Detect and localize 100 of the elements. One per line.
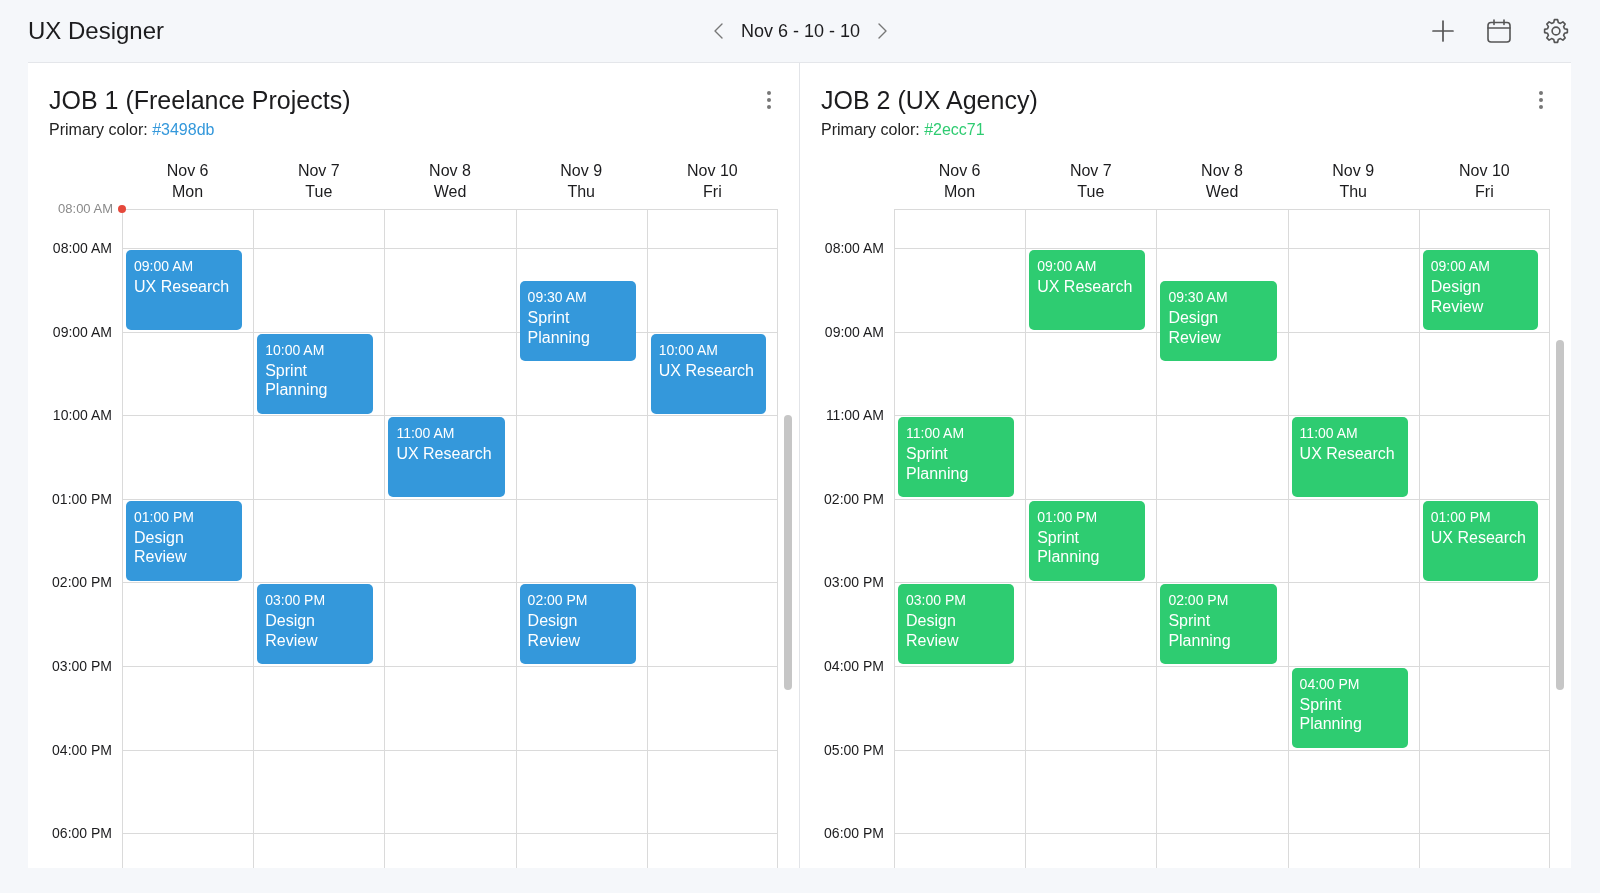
current-time-label: 08:00 AM [58,201,113,217]
day-weekday: Tue [305,182,333,202]
event-time: 10:00 AM [265,340,325,359]
time-label: 03:00 PM [824,573,884,592]
event-card[interactable]: 03:00 PM Design Review [257,584,374,665]
day-weekday: Wed [433,182,467,202]
primary-color-text: Primary color: #3498db [49,120,215,140]
current-time-dot-icon [118,205,126,213]
event-time: 10:00 AM [658,340,718,359]
event-card[interactable]: 09:00 AM UX Research [1029,250,1146,330]
event-title: Design Review [265,611,319,651]
event-time: 09:00 AM [1037,257,1097,275]
time-label: 03:00 PM [52,656,112,675]
event-title: Design Review [527,611,582,651]
event-time: 09:00 AM [134,257,194,275]
time-label: 11:00 AM [825,406,884,425]
event-card[interactable]: 03:00 PM Design Review [898,584,1015,665]
event-card[interactable]: 11:00 AM Sprint Planning [898,417,1015,498]
event-card[interactable]: 10:00 AM UX Research [650,333,766,414]
time-label: 04:00 PM [52,740,112,759]
event-card[interactable]: 02:00 PM Sprint Planning [1160,584,1277,665]
event-title: UX Research [1430,527,1527,548]
event-time: 01:00 PM [134,507,194,526]
time-label: 08:00 AM [824,239,884,257]
time-label: 10:00 AM [52,406,112,425]
time-label: 09:00 AM [52,322,112,341]
day-date: Nov 8 [1201,161,1243,181]
day-date: Nov 7 [1069,161,1112,181]
event-time: 04:00 PM [1299,674,1360,693]
scrollbar-thumb[interactable] [1556,340,1564,690]
event-time: 02:00 PM [527,591,588,610]
event-card[interactable]: 01:00 PM Sprint Planning [1029,500,1146,581]
day-date: Nov 6 [938,161,981,181]
event-title: UX Research [396,444,493,464]
day-weekday: Mon [172,182,204,202]
event-card[interactable]: 04:00 PM Sprint Planning [1291,667,1408,748]
event-time: 11:00 AM [396,424,455,443]
gear-icon [1543,18,1569,44]
day-date: Nov 8 [429,161,471,181]
day-date: Nov 10 [1459,161,1510,181]
event-title: Sprint Planning [1037,527,1101,567]
day-weekday: Tue [1077,182,1105,202]
calendar-title: JOB 1 (Freelance Projects) [49,85,351,115]
event-time: 11:00 AM [1299,424,1358,443]
event-card[interactable]: 11:00 AM UX Research [1291,417,1408,498]
chevron-left-icon [713,23,723,39]
chevron-right-icon [878,23,888,39]
day-weekday: Fri [1475,182,1494,202]
day-weekday: Thu [1339,182,1367,202]
event-title: Design Review [906,611,960,651]
event-card[interactable]: 01:00 PM UX Research [1422,500,1538,581]
event-time: 01:00 PM [1430,507,1491,526]
day-weekday: Mon [944,182,976,202]
event-title: Design Review [1430,277,1485,316]
event-title: UX Research [1299,444,1396,464]
event-title: Sprint Planning [265,360,329,400]
time-label: 05:00 PM [824,740,884,759]
event-card[interactable]: 01:00 PM Design Review [126,500,243,581]
event-title: Design Review [1168,308,1222,347]
event-card[interactable]: 10:00 AM Sprint Planning [257,333,374,414]
plus-icon [1431,19,1455,43]
event-title: Design Review [134,527,188,567]
event-title: UX Research [1037,277,1134,297]
day-date: Nov 9 [1332,161,1375,181]
event-title: UX Research [658,360,755,381]
event-title: Sprint Planning [1299,694,1363,734]
event-card[interactable]: 09:30 AM Design Review [1160,281,1277,361]
time-label: 08:00 AM [52,239,112,257]
time-label: 06:00 PM [824,824,884,843]
event-card[interactable]: 11:00 AM UX Research [388,417,505,498]
event-time: 02:00 PM [1168,591,1229,610]
event-title: Sprint Planning [906,444,970,484]
day-weekday: Fri [703,182,722,202]
event-title: UX Research [134,277,231,297]
day-date: Nov 10 [687,161,738,181]
day-weekday: Thu [567,182,595,202]
event-time: 09:30 AM [1168,288,1228,306]
day-weekday: Wed [1205,182,1239,202]
event-time: 11:00 AM [906,424,965,443]
event-time: 03:00 PM [265,591,326,610]
primary-color-text: Primary color: #2ecc71 [821,120,985,140]
event-time: 09:00 AM [1430,257,1490,275]
event-time: 01:00 PM [1037,507,1098,526]
scrollbar-thumb[interactable] [784,415,792,690]
calendar-icon [1487,19,1511,43]
time-label: 09:00 AM [824,322,884,341]
vertical-dots-icon [767,91,771,109]
day-date: Nov 7 [297,161,340,181]
event-card[interactable]: 09:00 AM UX Research [126,250,243,330]
vertical-dots-icon [1539,91,1543,109]
event-title: Sprint Planning [1168,611,1232,651]
event-card[interactable]: 02:00 PM Design Review [519,584,636,665]
time-label: 06:00 PM [52,824,112,843]
day-date: Nov 6 [166,161,209,181]
event-time: 03:00 PM [906,591,966,610]
time-label: 04:00 PM [824,656,884,675]
event-card[interactable]: 09:30 AM Sprint Planning [519,281,636,361]
event-title: Sprint Planning [527,308,591,347]
date-range: Nov 6 - 10 - 10 [740,20,861,42]
event-card[interactable]: 09:00 AM Design Review [1422,250,1538,330]
